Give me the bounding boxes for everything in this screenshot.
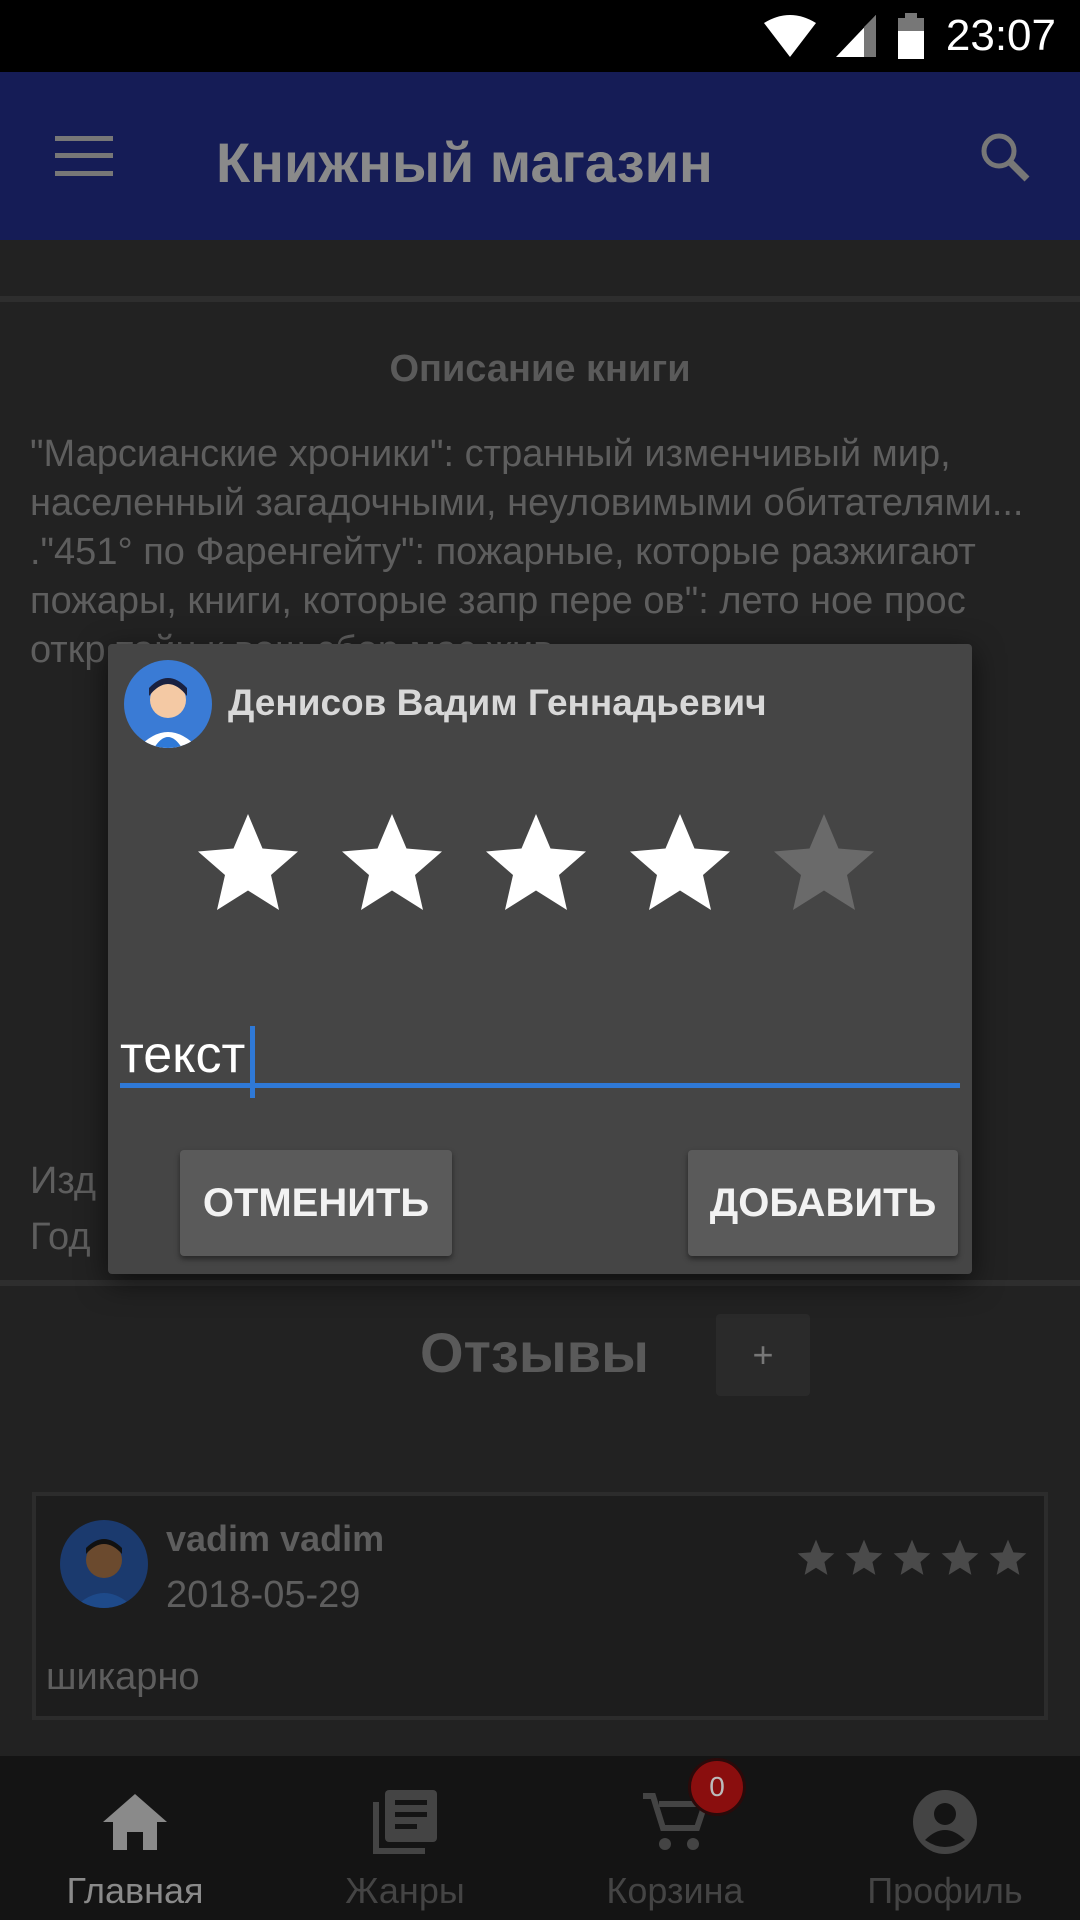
menu-icon (55, 136, 113, 176)
year-label: Год (30, 1216, 91, 1258)
divider (0, 296, 1080, 302)
search-icon (981, 133, 1030, 182)
star-icon[interactable] (476, 804, 596, 924)
review-rating (794, 1536, 1030, 1580)
dialog-user-name: Денисов Вадим Геннадьевич (228, 682, 767, 723)
cancel-button[interactable]: ОТМЕНИТЬ (180, 1150, 452, 1256)
avatar (124, 660, 212, 748)
review-text: шикарно (46, 1656, 200, 1698)
description-text: "Марсианские хроники": странный изменчив… (30, 433, 1024, 671)
cart-badge: 0 (688, 1758, 746, 1816)
status-bar: 23:07 (0, 0, 1080, 72)
nav-home[interactable]: Главная (0, 1756, 270, 1920)
add-review-dialog: Денисов Вадим Геннадьевич текст ОТМЕНИТЬ… (108, 644, 972, 1274)
wifi-icon (763, 15, 816, 57)
account-icon (913, 1790, 977, 1854)
nav-label: Жанры (345, 1870, 465, 1911)
description-title: Описание книги (389, 348, 691, 390)
reviews-title: Отзывы (420, 1321, 649, 1384)
add-button[interactable]: ДОБАВИТЬ (688, 1150, 958, 1256)
search-button[interactable] (960, 116, 1048, 196)
nav-label: Профиль (867, 1870, 1023, 1911)
status-time: 23:07 (945, 11, 1056, 60)
star-icon (989, 1539, 1027, 1575)
star-icon[interactable] (332, 804, 452, 924)
bottom-navigation: Главная Жанры 0 Корзина Профиль (0, 1756, 1080, 1920)
review-text-input[interactable]: текст (120, 1024, 960, 1098)
app-title: Книжный магазин (216, 131, 713, 194)
star-icon[interactable] (764, 804, 884, 924)
nav-label: Главная (66, 1870, 204, 1911)
menu-button[interactable] (40, 116, 128, 196)
star-icon[interactable] (620, 804, 740, 924)
nav-profile[interactable]: Профиль (810, 1756, 1080, 1920)
app-bar: Книжный магазин (0, 72, 1080, 240)
review-text-value: текст (120, 1026, 246, 1084)
nav-genres[interactable]: Жанры (270, 1756, 540, 1920)
star-icon[interactable] (188, 804, 308, 924)
home-icon (103, 1794, 167, 1850)
star-icon (893, 1539, 931, 1575)
library-icon (373, 1790, 437, 1854)
review-author: vadim vadim (166, 1518, 385, 1559)
nav-cart[interactable]: 0 Корзина (540, 1756, 810, 1920)
review-card: vadim vadim 2018-05-29 шикарно (32, 1492, 1048, 1720)
battery-icon (897, 13, 924, 59)
add-review-button[interactable]: + (716, 1314, 810, 1396)
cell-signal-icon (835, 15, 876, 57)
text-caret (250, 1026, 255, 1098)
publisher-label: Изд (30, 1160, 97, 1202)
divider (0, 1280, 1080, 1286)
rating-bar[interactable] (188, 804, 884, 924)
star-icon (797, 1539, 835, 1575)
review-date: 2018-05-29 (166, 1574, 361, 1616)
nav-label: Корзина (606, 1870, 744, 1911)
star-icon (845, 1539, 883, 1575)
avatar (60, 1520, 148, 1608)
star-icon (941, 1539, 979, 1575)
